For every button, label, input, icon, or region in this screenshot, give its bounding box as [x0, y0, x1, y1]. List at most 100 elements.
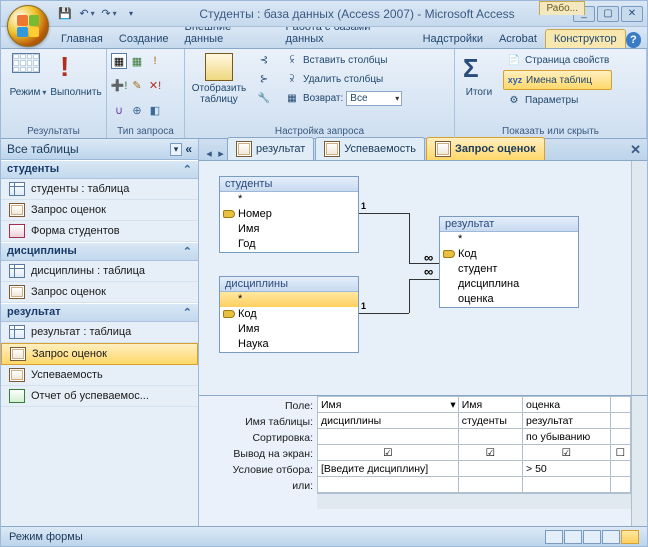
- status-bar: Режим формы: [1, 526, 647, 546]
- nav-group-students[interactable]: студенты⌃: [1, 160, 198, 179]
- data-definition-icon[interactable]: ◧: [147, 102, 163, 118]
- run-button[interactable]: ! Выполнить: [53, 51, 99, 98]
- redo-icon[interactable]: ↷: [99, 4, 119, 24]
- table-names-button[interactable]: xyzИмена таблиц: [503, 70, 612, 90]
- passthrough-query-icon[interactable]: ⊕: [129, 102, 145, 118]
- table-icon: [9, 264, 25, 278]
- nav-item-report[interactable]: Отчет об успеваемос...: [1, 386, 198, 407]
- qat-customize-icon[interactable]: ▾: [121, 4, 141, 24]
- title-bar: 💾 ↶ ↷ ▾ Студенты : база данных (Access 2…: [1, 1, 647, 27]
- group-query-type: Тип запроса: [111, 125, 180, 138]
- view-design-icon[interactable]: [621, 530, 639, 544]
- report-icon: [9, 389, 25, 403]
- grid-label-sort: Сортировка:: [199, 430, 313, 446]
- table-icon: [9, 325, 25, 339]
- crosstab-query-icon[interactable]: ▦: [129, 53, 145, 69]
- group-show-hide: Показать или скрыть: [459, 125, 642, 138]
- scrollbar-vertical[interactable]: [631, 161, 647, 395]
- view-pivotchart-icon[interactable]: [583, 530, 601, 544]
- return-combo[interactable]: ▦Возврат: Все: [281, 89, 405, 107]
- tab-scroll-left[interactable]: ◂: [203, 147, 215, 160]
- grid-label-show: Вывод на экран:: [199, 446, 313, 462]
- query-icon: [236, 141, 252, 157]
- restore-button[interactable]: ▢: [597, 6, 619, 22]
- nav-item-query-grades-3[interactable]: Запрос оценок: [1, 343, 198, 365]
- table-box-disciplines[interactable]: дисциплины * Код Имя Наука: [219, 276, 359, 353]
- doc-close-button[interactable]: ✕: [624, 140, 647, 160]
- query-icon: [324, 141, 340, 157]
- table-icon: [9, 182, 25, 196]
- delete-rows-button[interactable]: ⊱: [253, 70, 275, 88]
- tab-scroll-right[interactable]: ▸: [215, 147, 227, 160]
- ribbon-tabs: Главная Создание Внешние данные Работа с…: [1, 27, 647, 49]
- document-tabs: ◂ ▸ результат Успеваемость Запрос оценок…: [199, 139, 647, 161]
- view-datasheet-icon[interactable]: [545, 530, 563, 544]
- view-pivottable-icon[interactable]: [564, 530, 582, 544]
- view-button[interactable]: Режим: [5, 51, 51, 98]
- ribbon: Режим ! Выполнить Результаты ▦ ▦ ! ➕! ✎ …: [1, 49, 647, 139]
- query-icon: [435, 141, 451, 157]
- office-button[interactable]: [7, 5, 49, 47]
- delete-query-icon[interactable]: ✕!: [147, 78, 163, 94]
- table-box-students[interactable]: студенты * Номер Имя Год: [219, 176, 359, 253]
- table-box-result[interactable]: результат * Код студент дисциплина оценк…: [439, 216, 579, 308]
- close-button[interactable]: ✕: [621, 6, 643, 22]
- quick-access-toolbar: 💾 ↶ ↷ ▾: [55, 4, 141, 24]
- scrollbar-horizontal[interactable]: [317, 493, 631, 509]
- query-icon: [9, 203, 25, 217]
- nav-item-result-table[interactable]: результат : таблица: [1, 322, 198, 343]
- tab-create[interactable]: Создание: [111, 30, 177, 48]
- contextual-tab-label: Рабо...: [539, 1, 585, 15]
- nav-header[interactable]: Все таблицы▾«: [1, 139, 198, 160]
- doc-tab-usp[interactable]: Успеваемость: [315, 137, 425, 160]
- save-icon[interactable]: 💾: [55, 4, 75, 24]
- nav-item-form-students[interactable]: Форма студентов: [1, 221, 198, 242]
- select-query-icon[interactable]: ▦: [111, 53, 127, 69]
- query-designer-canvas[interactable]: студенты * Номер Имя Год дисциплины * Ко…: [199, 161, 647, 396]
- doc-tab-result[interactable]: результат: [227, 137, 314, 160]
- help-icon[interactable]: ?: [626, 32, 641, 48]
- undo-icon[interactable]: ↶: [77, 4, 97, 24]
- window-title: Студенты : база данных (Access 2007) - M…: [141, 7, 573, 21]
- make-table-icon[interactable]: !: [147, 53, 163, 69]
- delete-columns-button[interactable]: ⫂Удалить столбцы: [281, 70, 405, 88]
- grid-label-table: Имя таблицы:: [199, 414, 313, 430]
- append-query-icon[interactable]: ➕!: [111, 78, 127, 94]
- tab-acrobat[interactable]: Acrobat: [491, 30, 545, 48]
- view-sql-icon[interactable]: [602, 530, 620, 544]
- builder-button[interactable]: 🔧: [253, 89, 275, 107]
- grid-label-criteria: Условие отбора:: [199, 462, 313, 478]
- query-icon: [10, 347, 26, 361]
- form-icon: [9, 224, 25, 238]
- nav-item-query-grades-2[interactable]: Запрос оценок: [1, 282, 198, 303]
- totals-button[interactable]: Σ Итоги: [459, 51, 499, 98]
- navigation-pane: Все таблицы▾« студенты⌃ студенты : табли…: [1, 139, 199, 526]
- query-icon: [9, 368, 25, 382]
- nav-item-query-grades-1[interactable]: Запрос оценок: [1, 200, 198, 221]
- tab-home[interactable]: Главная: [53, 30, 111, 48]
- nav-group-result[interactable]: результат⌃: [1, 303, 198, 322]
- query-grid: Поле: Имя таблицы: Сортировка: Вывод на …: [199, 396, 647, 526]
- insert-rows-button[interactable]: ⊰: [253, 51, 275, 69]
- tab-addins[interactable]: Надстройки: [415, 30, 491, 48]
- query-icon: [9, 285, 25, 299]
- nav-group-disciplines[interactable]: дисциплины⌃: [1, 242, 198, 261]
- union-query-icon[interactable]: ∪: [111, 102, 127, 118]
- grid-scrollbar-vertical[interactable]: [631, 396, 647, 526]
- show-table-button[interactable]: Отобразить таблицу: [189, 51, 249, 105]
- property-sheet-button[interactable]: 📄Страница свойств: [503, 51, 612, 69]
- status-text: Режим формы: [9, 531, 83, 543]
- query-grid-table[interactable]: Имя▾Имяоценка дисциплиныстудентырезульта…: [317, 396, 631, 493]
- grid-label-field: Поле:: [199, 398, 313, 414]
- nav-item-disc-table[interactable]: дисциплины : таблица: [1, 261, 198, 282]
- doc-tab-grades[interactable]: Запрос оценок: [426, 137, 545, 160]
- insert-columns-button[interactable]: ⫁Вставить столбцы: [281, 51, 405, 69]
- update-query-icon[interactable]: ✎: [129, 78, 145, 94]
- nav-item-students-table[interactable]: студенты : таблица: [1, 179, 198, 200]
- nav-item-usp[interactable]: Успеваемость: [1, 365, 198, 386]
- parameters-button[interactable]: ⚙Параметры: [503, 91, 612, 109]
- grid-label-or: или:: [199, 478, 313, 494]
- tab-design[interactable]: Конструктор: [545, 29, 626, 48]
- group-results: Результаты: [5, 125, 102, 138]
- group-query-setup: Настройка запроса: [189, 125, 450, 138]
